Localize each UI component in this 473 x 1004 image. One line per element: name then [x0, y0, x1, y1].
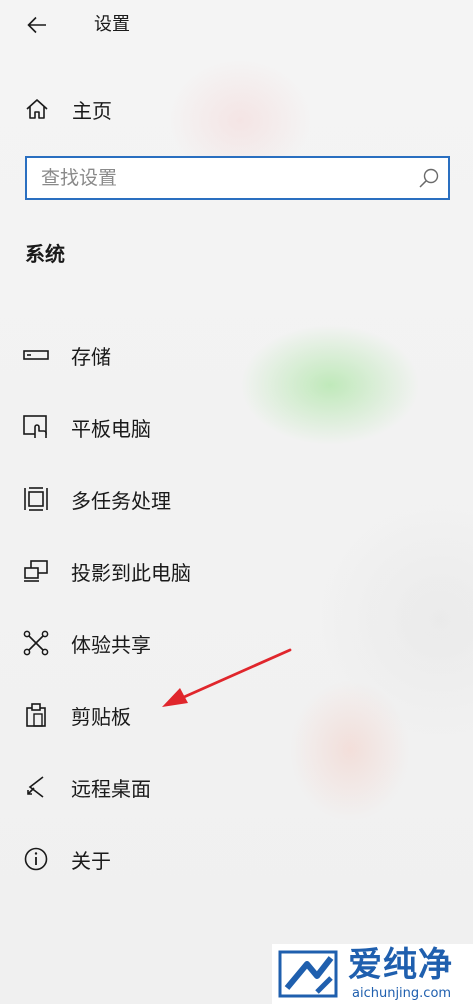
- back-button[interactable]: [20, 8, 54, 42]
- nav-item-label: 远程桌面: [71, 776, 151, 801]
- nav-item-label: 存储: [71, 344, 111, 369]
- back-arrow-icon: [27, 16, 46, 34]
- search-box[interactable]: [25, 156, 450, 200]
- nav-item-label: 平板电脑: [71, 416, 151, 441]
- app-title: 设置: [94, 14, 130, 35]
- title-bar: 设置: [0, 0, 473, 50]
- nav-item-label: 体验共享: [71, 632, 151, 657]
- storage-icon: [20, 339, 52, 371]
- nav-item-about[interactable]: 关于: [20, 839, 320, 879]
- home-nav-item[interactable]: 主页: [22, 90, 112, 128]
- nav-item-tablet[interactable]: 平板电脑: [20, 407, 320, 447]
- nav-item-storage[interactable]: 存储: [20, 335, 320, 375]
- nav-item-project[interactable]: 投影到此电脑: [20, 551, 320, 591]
- search-icon[interactable]: [418, 167, 440, 189]
- multitasking-icon: [20, 483, 52, 515]
- nav-item-label: 关于: [71, 848, 111, 873]
- watermark-title: 爱纯净: [348, 945, 453, 985]
- shared-experiences-icon: [20, 627, 52, 659]
- nav-item-label: 剪贴板: [71, 704, 131, 729]
- annotation-arrow: [162, 648, 292, 707]
- home-icon: [22, 94, 52, 124]
- home-label: 主页: [72, 98, 112, 123]
- project-icon: [20, 555, 52, 587]
- section-title: 系统: [25, 242, 65, 266]
- nav-item-remote-desktop[interactable]: 远程桌面: [20, 767, 320, 807]
- nav-item-multitasking[interactable]: 多任务处理: [20, 479, 320, 519]
- remote-desktop-icon: [20, 771, 52, 803]
- search-input[interactable]: [41, 158, 401, 198]
- watermark: 爱纯净 aichunjing.com: [272, 944, 473, 1004]
- clipboard-icon: [20, 699, 52, 731]
- info-icon: [20, 843, 52, 875]
- watermark-logo: [278, 950, 338, 998]
- nav-item-label: 投影到此电脑: [71, 560, 191, 585]
- tablet-icon: [20, 411, 52, 443]
- nav-item-label: 多任务处理: [71, 488, 171, 513]
- watermark-url: aichunjing.com: [352, 986, 452, 1001]
